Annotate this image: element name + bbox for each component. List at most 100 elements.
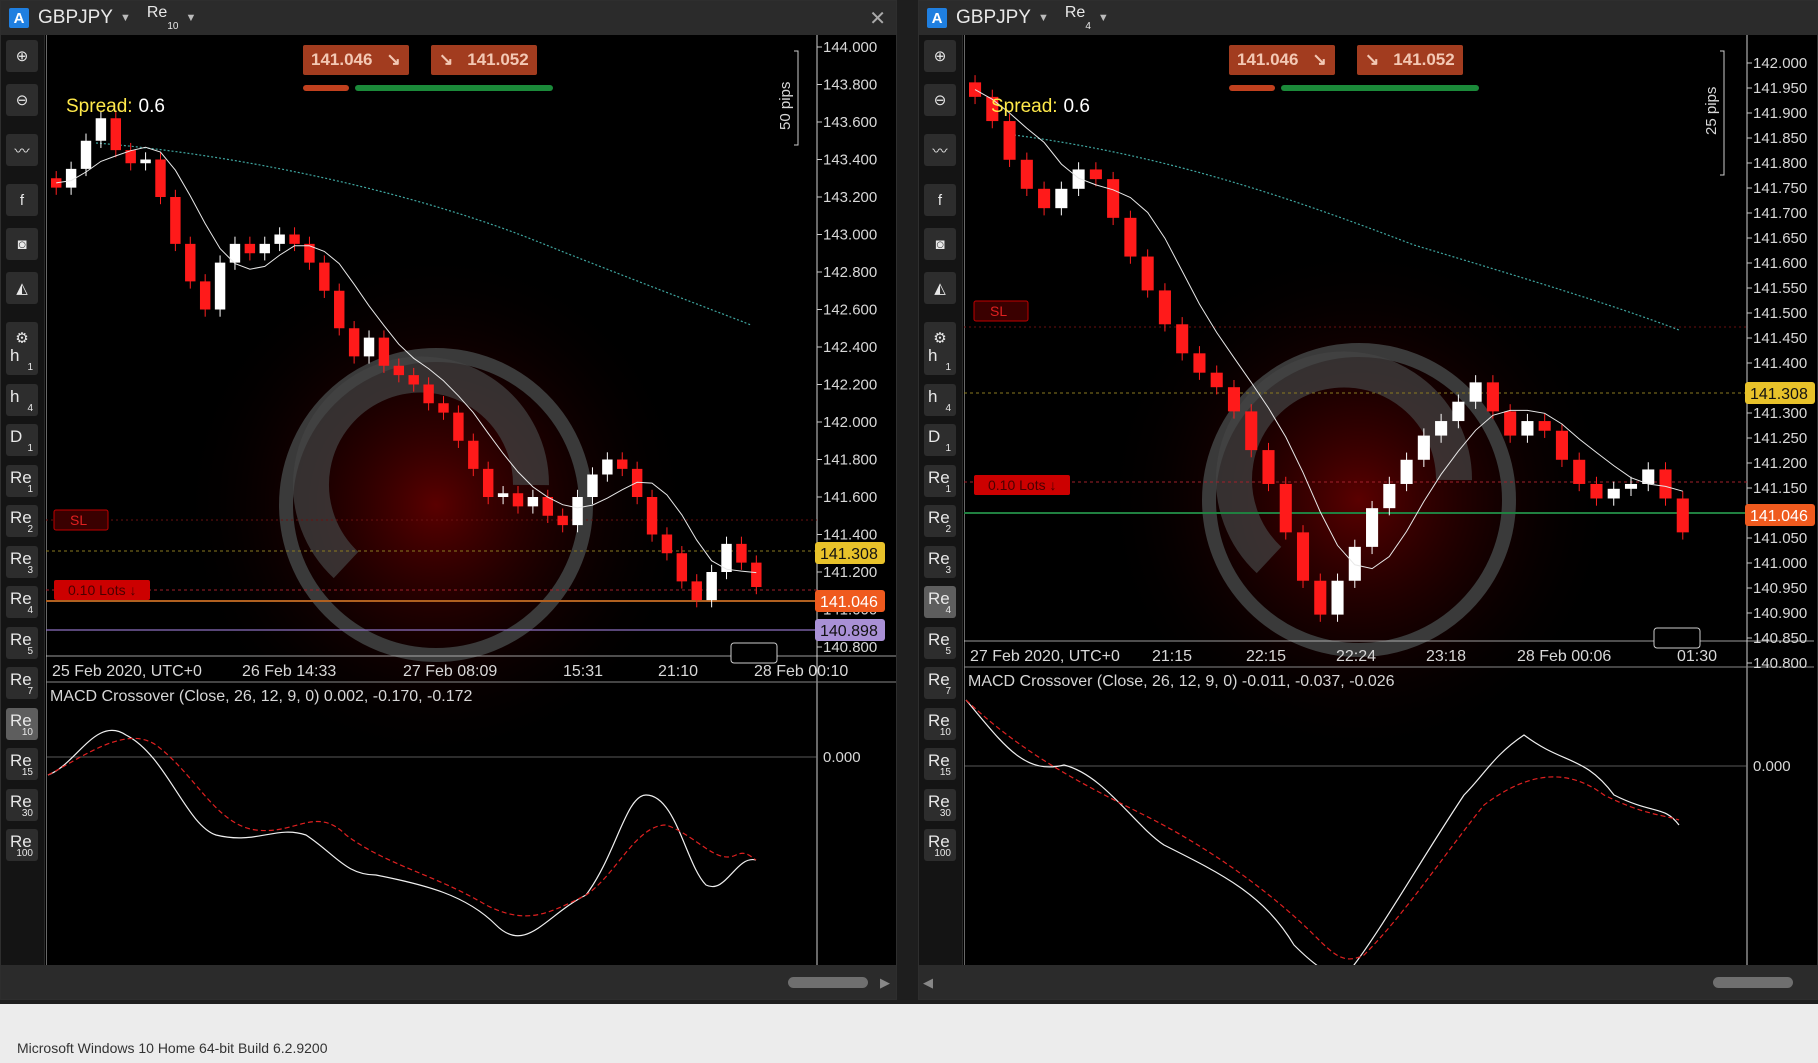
timeframe-re100-button[interactable]: Re 100: [924, 829, 956, 861]
candle-body: [1607, 488, 1620, 499]
price-tick-label: 140.900: [1753, 605, 1807, 622]
price-tick-label: 141.850: [1753, 130, 1807, 147]
price-tick-label: 141.800: [1753, 155, 1807, 172]
chart-window-1: A GBPJPY ▼ Re10 ▼ ✕ ⊕ ⊖ 〰 f ◙ ◭ ⚙ h 1 h 4 D 1 Re 1 Re 2 R…: [0, 0, 897, 1000]
bid-bar: [1229, 85, 1275, 91]
timeframe-selector[interactable]: Re4: [1065, 4, 1091, 32]
indicator-button[interactable]: 〰: [924, 134, 956, 166]
horizontal-scrollbar[interactable]: ◀: [919, 965, 1817, 999]
timeframe-d1-button[interactable]: D1: [924, 424, 956, 456]
zoom-out-button[interactable]: ⊖: [6, 84, 38, 116]
timeframe-h1-button[interactable]: h1: [6, 343, 38, 375]
timeframe-h4-button[interactable]: h4: [924, 383, 956, 416]
timeframe-re2-button[interactable]: Re 2: [924, 505, 956, 537]
chart-toolbar: ⊕ ⊖ 〰 f ◙ ◭ ⚙ h 1 h 4 D 1 Re 1 Re 2 Re 3 Re 4 Re 5 Re 7 Re 10 Re 15 R…: [1, 35, 45, 965]
timeframe-re5-button[interactable]: Re 5: [6, 626, 38, 659]
scroll-right-icon[interactable]: ▶: [880, 975, 890, 991]
buy-price: 141.052: [1393, 50, 1455, 69]
price-tick-label: 141.300: [1753, 405, 1807, 422]
symbol-dropdown-icon[interactable]: ▼: [120, 12, 131, 24]
timeframe-re4-button[interactable]: Re 4: [924, 586, 956, 618]
timeframe-dropdown-icon[interactable]: ▼: [185, 12, 196, 24]
zoom-out-button[interactable]: ⊖: [924, 84, 956, 116]
candle-body: [1417, 435, 1430, 460]
buy-button[interactable]: ↘ 141.052: [1357, 45, 1463, 75]
sell-button[interactable]: 141.046 ↘: [1229, 45, 1335, 75]
zoom-out-icon: ⊖: [15, 92, 29, 109]
robot-button[interactable]: ◙: [6, 228, 38, 260]
lots-label: 0.10 Lots ↓: [988, 477, 1057, 493]
facebook-icon: f: [937, 191, 943, 209]
timeframe-re7-button[interactable]: Re 7: [924, 667, 956, 699]
timeframe-re15-button[interactable]: Re 15: [924, 748, 956, 780]
timeframe-h4-button[interactable]: h4: [6, 383, 38, 416]
horizontal-scrollbar[interactable]: ▶: [1, 965, 896, 999]
time-tick-label: 27 Feb 2020, UTC+0: [970, 648, 1120, 665]
timeframe-re10-button[interactable]: Re 10: [924, 707, 956, 740]
theme-button[interactable]: ◭: [6, 272, 38, 304]
price-tick-label: 141.550: [1753, 280, 1807, 297]
timeframe-re15-button[interactable]: Re 15: [6, 748, 38, 780]
time-tick-label: 28 Feb 00:10: [754, 663, 848, 680]
timeframe-re1-button[interactable]: Re 1: [6, 464, 38, 497]
zoom-in-button[interactable]: ⊕: [6, 40, 38, 72]
timeframe-re7-button[interactable]: Re 7: [6, 667, 38, 699]
timeframe-re2-button[interactable]: Re 2: [6, 505, 38, 537]
spread-label: Spread:: [66, 96, 133, 117]
price-tick-label: 142.600: [823, 302, 877, 319]
zoom-in-button[interactable]: ⊕: [924, 40, 956, 72]
timeframe-selector[interactable]: Re10: [147, 4, 179, 32]
theme-button[interactable]: ◭: [924, 272, 956, 304]
buy-button[interactable]: ↘ 141.052: [431, 45, 537, 75]
timeframe-re30-button[interactable]: Re 30: [6, 788, 38, 821]
candle-body: [289, 234, 300, 244]
timeframe-re30-button[interactable]: Re 30: [924, 788, 956, 821]
time-tick-label: 27 Feb 08:09: [403, 663, 497, 680]
facebook-button[interactable]: f: [6, 184, 38, 216]
timeframe-re1-button[interactable]: Re 1: [924, 464, 956, 497]
timeframe-re4-button[interactable]: Re 4: [6, 586, 38, 618]
chart-canvas[interactable]: 144.000 143.800 143.600 143.400 143.200 143.0…: [46, 35, 896, 967]
watermark-glow: [176, 245, 696, 765]
indicator-button[interactable]: 〰: [6, 134, 38, 166]
price-tick-label: 141.400: [823, 527, 877, 544]
timeframe-main: h: [928, 386, 938, 406]
candle-body: [646, 497, 658, 535]
timeframe-re3-button[interactable]: Re 3: [924, 545, 956, 578]
facebook-icon: f: [19, 191, 25, 209]
price-tick-label: 140.850: [1753, 630, 1807, 647]
buy-arrow-icon: ↘: [1365, 50, 1380, 69]
symbol-selector[interactable]: GBPJPY: [38, 7, 113, 29]
candle-body: [185, 243, 196, 282]
timeframe-d1-button[interactable]: D1: [6, 424, 38, 456]
symbol-dropdown-icon[interactable]: ▼: [1038, 12, 1049, 24]
candle-body: [80, 140, 92, 169]
symbol-selector[interactable]: GBPJPY: [956, 7, 1031, 29]
price-tag-label: 141.308: [1750, 386, 1808, 403]
candle-body: [1538, 421, 1551, 431]
timeframe-sub: 3: [27, 564, 33, 576]
chart-canvas[interactable]: 142.000 141.950 141.900 141.850 141.800 141.7…: [964, 35, 1817, 967]
timeframe-dropdown-icon[interactable]: ▼: [1098, 12, 1109, 24]
price-tick-label: 142.000: [823, 414, 877, 431]
scrollbar-thumb[interactable]: [1713, 977, 1793, 988]
scrollbar-thumb[interactable]: [788, 977, 868, 988]
timeframe-re100-button[interactable]: Re 100: [6, 829, 38, 861]
close-icon[interactable]: ✕: [869, 6, 886, 31]
robot-button[interactable]: ◙: [924, 228, 956, 260]
spread-indicator: Spread: 0.6: [991, 96, 1090, 118]
timeframe-re5-button[interactable]: Re 5: [924, 626, 956, 659]
price-tick-label: 143.600: [823, 114, 877, 131]
candle-body: [155, 159, 166, 197]
timeframe-re10-button[interactable]: Re 10: [6, 707, 38, 740]
timeframe-re3-button[interactable]: Re 3: [6, 545, 38, 578]
theme-icon: ◭: [16, 280, 28, 297]
scroll-left-icon[interactable]: ◀: [923, 975, 933, 991]
price-tick-label: 141.650: [1753, 230, 1807, 247]
candle-body: [348, 328, 360, 357]
timeframe-h1-button[interactable]: h1: [924, 343, 956, 375]
candle-body: [1314, 580, 1327, 615]
price-tick-label: 140.950: [1753, 580, 1807, 597]
sell-button[interactable]: 141.046 ↘: [303, 45, 409, 75]
facebook-button[interactable]: f: [924, 184, 956, 216]
